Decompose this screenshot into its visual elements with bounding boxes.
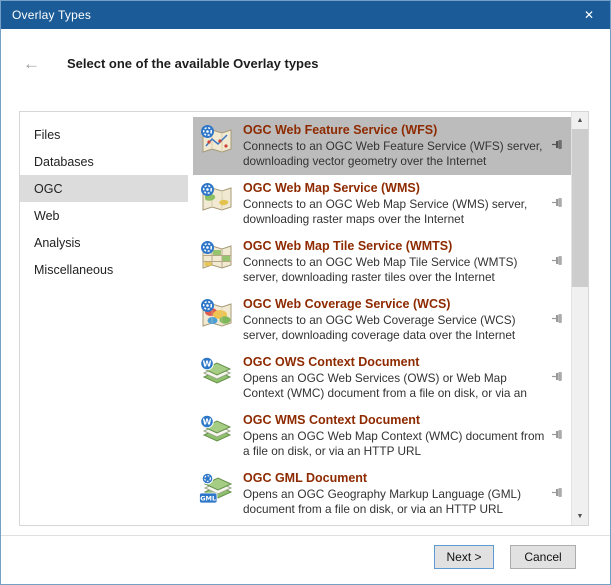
pin-icon — [551, 312, 564, 325]
wcs-map-icon — [199, 298, 235, 335]
item-text: OGC GML Document Opens an OGC Geography … — [235, 471, 551, 516]
sidebar-item-ogc[interactable]: OGC — [20, 175, 188, 202]
pin-icon — [551, 254, 564, 267]
sidebar-item-files[interactable]: Files — [20, 121, 188, 148]
item-title: OGC Web Coverage Service (WCS) — [243, 297, 547, 311]
scroll-up-button[interactable]: ▲ — [572, 112, 588, 129]
scrollbar: ▲ ▼ — [571, 112, 588, 525]
wms-context-icon: W — [199, 414, 235, 451]
next-button[interactable]: Next > — [434, 545, 494, 569]
content-area: Files Databases OGC Web Analysis Miscell… — [19, 111, 589, 526]
item-description: Connects to an OGC Web Feature Service (… — [243, 139, 547, 168]
item-description: Connects to an OGC Web Map Tile Service … — [243, 255, 547, 284]
wizard-header: ← Select one of the available Overlay ty… — [1, 29, 610, 97]
pin-icon — [551, 486, 564, 499]
pin-button[interactable] — [551, 196, 569, 214]
item-title: OGC OWS Context Document — [243, 355, 547, 369]
pin-icon — [551, 428, 564, 441]
wmts-map-icon — [199, 240, 235, 277]
item-text: OGC OWS Context Document Opens an OGC We… — [235, 355, 551, 400]
footer: Next > Cancel — [1, 535, 610, 584]
category-sidebar: Files Databases OGC Web Analysis Miscell… — [20, 112, 188, 525]
back-arrow-icon: ← — [23, 54, 40, 73]
item-text: OGC Web Map Service (WMS) Connects to an… — [235, 181, 551, 226]
pin-button[interactable] — [551, 370, 569, 388]
list-item-wcs[interactable]: OGC Web Coverage Service (WCS) Connects … — [193, 291, 571, 349]
overlay-types-dialog: Overlay Types ✕ ← Select one of the avai… — [0, 0, 611, 585]
item-description: Connects to an OGC Web Map Service (WMS)… — [243, 197, 547, 226]
overlay-type-list: OGC Web Feature Service (WFS) Connects t… — [188, 112, 571, 525]
list-item-ows-context[interactable]: W OGC OWS Context Document Opens an OGC … — [193, 349, 571, 407]
back-button[interactable]: ← — [23, 55, 40, 72]
svg-text:GML: GML — [200, 495, 216, 503]
pin-button[interactable] — [551, 486, 569, 504]
gml-document-icon: GML — [199, 472, 235, 509]
item-title: OGC Web Feature Service (WFS) — [243, 123, 547, 137]
list-item-wms-context[interactable]: W OGC WMS Context Document Opens an OGC … — [193, 407, 571, 465]
item-title: OGC WMS Context Document — [243, 413, 547, 427]
chevron-down-icon: ▼ — [577, 513, 584, 520]
sidebar-item-analysis[interactable]: Analysis — [20, 229, 188, 256]
pin-icon — [551, 138, 564, 151]
close-button[interactable]: ✕ — [568, 1, 610, 29]
scrollbar-thumb[interactable] — [572, 129, 588, 287]
list-item-gml[interactable]: GML OGC GML Document Opens an OGC Geogra… — [193, 465, 571, 523]
pin-button[interactable] — [551, 312, 569, 330]
scroll-down-button[interactable]: ▼ — [572, 508, 588, 525]
chevron-up-icon: ▲ — [577, 117, 584, 124]
item-description: Opens an OGC Web Services (OWS) or Web M… — [243, 371, 547, 400]
sidebar-item-databases[interactable]: Databases — [20, 148, 188, 175]
item-text: OGC Web Coverage Service (WCS) Connects … — [235, 297, 551, 342]
pin-button[interactable] — [551, 138, 569, 156]
item-description: Opens an OGC Geography Markup Language (… — [243, 487, 547, 516]
item-text: OGC Web Feature Service (WFS) Connects t… — [235, 123, 551, 168]
item-title: OGC Web Map Tile Service (WMTS) — [243, 239, 547, 253]
scrollbar-track[interactable] — [572, 129, 588, 508]
window-title: Overlay Types — [1, 8, 91, 22]
close-icon: ✕ — [584, 8, 594, 22]
ows-context-icon: W — [199, 356, 235, 393]
pin-button[interactable] — [551, 254, 569, 272]
svg-text:W: W — [203, 417, 212, 426]
item-title: OGC GML Document — [243, 471, 547, 485]
sidebar-item-web[interactable]: Web — [20, 202, 188, 229]
list-item-wfs[interactable]: OGC Web Feature Service (WFS) Connects t… — [193, 117, 571, 175]
wms-map-icon — [199, 182, 235, 219]
item-title: OGC Web Map Service (WMS) — [243, 181, 547, 195]
wfs-map-icon — [199, 124, 235, 161]
item-text: OGC WMS Context Document Opens an OGC We… — [235, 413, 551, 458]
pin-icon — [551, 196, 564, 209]
list-item-wms[interactable]: OGC Web Map Service (WMS) Connects to an… — [193, 175, 571, 233]
pin-button[interactable] — [551, 428, 569, 446]
titlebar: Overlay Types ✕ — [1, 1, 610, 29]
svg-text:W: W — [203, 359, 212, 368]
list-item-wmts[interactable]: OGC Web Map Tile Service (WMTS) Connects… — [193, 233, 571, 291]
item-description: Opens an OGC Web Map Context (WMC) docum… — [243, 429, 547, 458]
sidebar-item-miscellaneous[interactable]: Miscellaneous — [20, 256, 188, 283]
page-title: Select one of the available Overlay type… — [67, 56, 318, 71]
cancel-button[interactable]: Cancel — [510, 545, 576, 569]
pin-icon — [551, 370, 564, 383]
item-text: OGC Web Map Tile Service (WMTS) Connects… — [235, 239, 551, 284]
item-description: Connects to an OGC Web Coverage Service … — [243, 313, 547, 342]
